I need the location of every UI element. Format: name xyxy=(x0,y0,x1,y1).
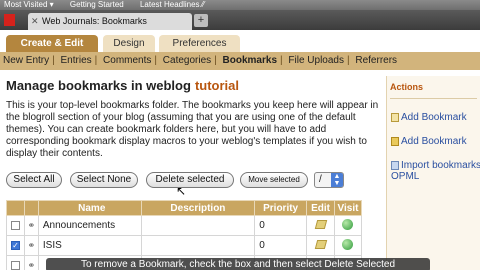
actions-heading: Actions xyxy=(390,82,424,92)
move-selected-button[interactable]: Move selected xyxy=(240,172,308,188)
select-all-button[interactable]: Select All xyxy=(6,172,62,188)
bookmark-most-visited[interactable]: Most Visited ▾ xyxy=(4,0,54,9)
column-header-name[interactable]: Name xyxy=(37,200,142,216)
table-header-row: Name Description Priority Edit Visit xyxy=(6,200,363,216)
select-none-button[interactable]: Select None xyxy=(70,172,138,188)
import-label: Import bookmarks xyxy=(401,160,480,171)
browser-tab[interactable]: ✕ Web Journals: Bookmarks xyxy=(28,13,192,30)
subnav-entries[interactable]: Entries xyxy=(58,55,95,66)
subnav-comments[interactable]: Comments xyxy=(100,55,154,66)
mouse-cursor-icon: ↖ xyxy=(176,184,187,198)
actions-divider xyxy=(390,98,477,99)
folder-icon xyxy=(391,136,399,146)
subnav-categories[interactable]: Categories xyxy=(160,55,214,66)
blog-name: tutorial xyxy=(194,78,239,93)
bookmark-link-icon: ⚭ xyxy=(27,220,36,230)
browser-tab-title: Web Journals: Bookmarks xyxy=(42,16,147,26)
browser-tab-strip: ✕ Web Journals: Bookmarks + xyxy=(0,10,480,30)
add-folder-label: Add Bookmark xyxy=(401,136,467,147)
delete-selected-button[interactable]: Delete selected xyxy=(146,172,234,188)
browser-bookmarks-bar: Most Visited ▾ Getting Started Latest He… xyxy=(0,0,480,10)
subnav-separator: | xyxy=(280,55,283,66)
tutorial-caption: To remove a Bookmark, check the box and … xyxy=(46,258,430,270)
table-row: ⚭ Announcements 0 xyxy=(6,215,363,236)
row-checkbox[interactable]: ✓ xyxy=(10,240,20,250)
column-header-visit: Visit xyxy=(333,200,363,216)
visit-globe-icon[interactable] xyxy=(342,238,354,250)
bookmark-description xyxy=(140,235,256,256)
folder-select-value: / xyxy=(319,174,322,185)
bookmark-latest-headlines[interactable]: Latest Headlines ⁄⁄ xyxy=(140,0,205,9)
row-checkbox[interactable] xyxy=(10,260,20,270)
table-row: ✓ ⚭ ISIS 0 xyxy=(6,235,363,256)
bookmark-priority: 0 xyxy=(254,235,308,256)
bookmark-name: Announcements xyxy=(37,215,142,236)
tab-create-edit[interactable]: Create & Edit xyxy=(6,35,98,52)
edit-pencil-icon[interactable] xyxy=(314,219,327,229)
bookmark-link-icon: ⚭ xyxy=(27,260,36,270)
subnav-separator: | xyxy=(52,55,55,66)
import-bookmarks-link[interactable]: Import bookmarks OPML xyxy=(391,160,480,182)
import-label-line2: OPML xyxy=(391,171,420,182)
sub-navigation: New Entry | Entries | Comments | Categories… xyxy=(0,52,480,70)
import-icon xyxy=(391,160,399,170)
add-folder-link[interactable]: Add Bookmark xyxy=(391,136,467,147)
select-arrows-icon: ▲ ▼ xyxy=(331,173,343,187)
subnav-separator: | xyxy=(214,55,217,66)
page-title-text: Manage bookmarks in weblog xyxy=(6,78,191,93)
subnav-file-uploads[interactable]: File Uploads xyxy=(285,55,347,66)
actions-sidebar: Actions Add Bookmark Add Bookmark Import… xyxy=(386,76,480,270)
edit-pencil-icon[interactable] xyxy=(314,239,327,249)
column-header-checkbox xyxy=(6,200,25,216)
subnav-referrers[interactable]: Referrers xyxy=(352,55,400,66)
bookmark-priority: 0 xyxy=(254,215,308,236)
column-header-priority[interactable]: Priority xyxy=(254,200,308,216)
subnav-new-entry[interactable]: New Entry xyxy=(0,55,52,66)
bookmark-description xyxy=(140,215,256,236)
new-tab-button[interactable]: + xyxy=(194,14,208,27)
subnav-separator: | xyxy=(94,55,98,66)
subnav-bookmarks[interactable]: Bookmarks xyxy=(220,55,280,66)
column-header-edit: Edit xyxy=(306,200,335,216)
tab-close-icon[interactable]: ✕ xyxy=(31,13,39,29)
add-bookmark-label: Add Bookmark xyxy=(401,112,467,123)
column-header-description[interactable]: Description xyxy=(140,200,256,216)
row-checkbox[interactable] xyxy=(10,220,20,230)
main-content: Manage bookmarks in weblog tutorial This … xyxy=(0,70,384,270)
add-bookmark-link[interactable]: Add Bookmark xyxy=(391,112,467,123)
bookmark-getting-started[interactable]: Getting Started xyxy=(70,0,124,9)
bookmark-name: ISIS xyxy=(37,235,142,256)
bookmark-link-icon: ⚭ xyxy=(27,240,36,250)
subnav-separator: | xyxy=(154,55,157,66)
tab-design[interactable]: Design xyxy=(103,35,155,52)
folder-select[interactable]: / ▲ ▼ xyxy=(314,172,344,188)
add-bookmark-icon xyxy=(391,112,399,122)
page-description: This is your top-level bookmarks folder.… xyxy=(6,100,379,159)
app-tabs: Create & Edit Design Preferences xyxy=(0,30,480,52)
visit-globe-icon[interactable] xyxy=(342,218,354,230)
page-title: Manage bookmarks in weblog tutorial xyxy=(6,78,239,93)
column-header-type xyxy=(23,200,39,216)
close-window-icon[interactable] xyxy=(4,14,15,26)
subnav-separator: | xyxy=(346,55,350,66)
tab-preferences[interactable]: Preferences xyxy=(159,35,240,52)
